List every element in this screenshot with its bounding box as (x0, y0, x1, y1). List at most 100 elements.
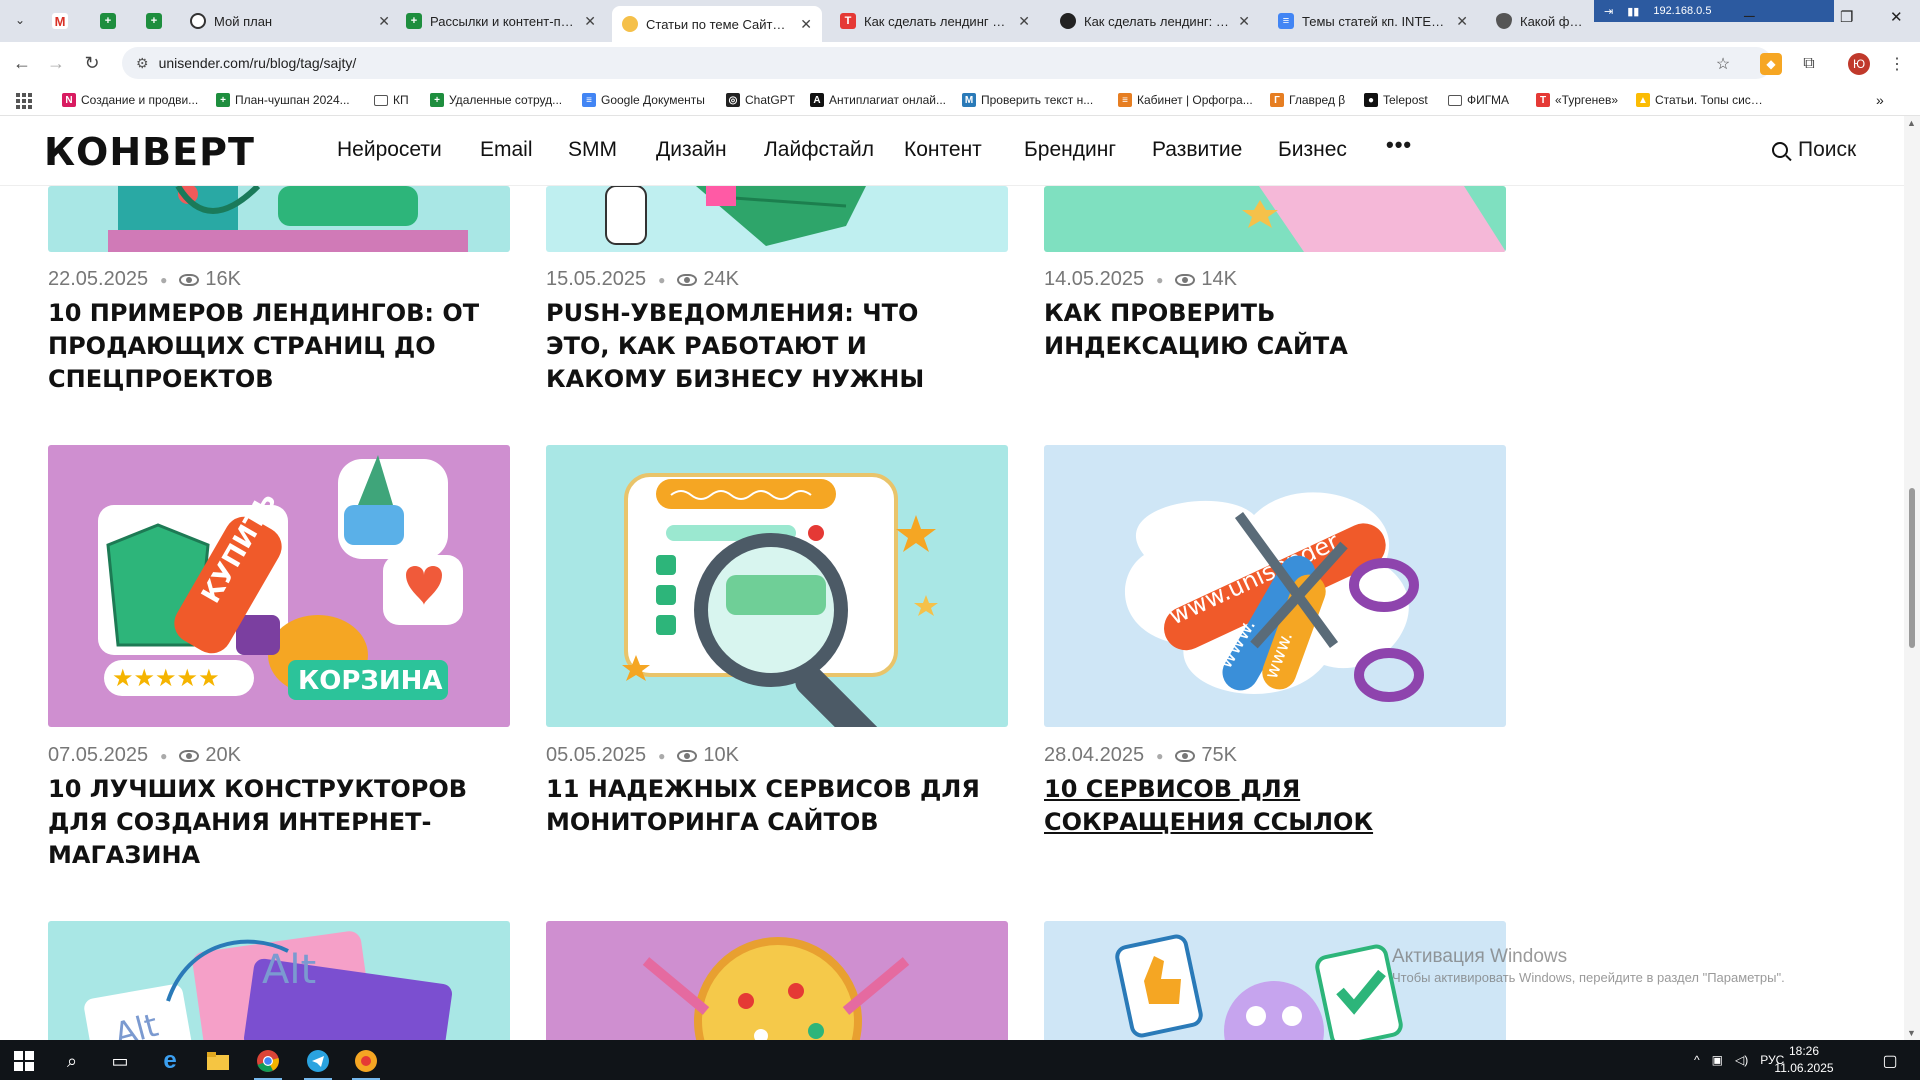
close-tab-icon[interactable]: ✕ (584, 13, 596, 30)
bookmark-label: Статьи. Топы систе... (1655, 93, 1768, 107)
chrome-icon[interactable] (248, 1046, 288, 1080)
restore-icon[interactable]: ❐ (1840, 8, 1853, 26)
network-icon[interactable]: ▣ (1712, 1053, 1723, 1067)
nav-neural[interactable]: Нейросети (337, 138, 442, 162)
close-tab-icon[interactable]: ✕ (378, 13, 390, 30)
search-button[interactable]: Поиск (1772, 138, 1856, 162)
taskbar-search-icon[interactable]: ⌕ (52, 1046, 92, 1076)
clock-date: 11.06.2025 (1774, 1061, 1834, 1075)
tab-landing-howto[interactable]: T Как сделать лендинг для ✕ (830, 6, 1040, 36)
close-tab-icon[interactable]: ✕ (1238, 13, 1250, 30)
bookmark-item[interactable]: M Проверить текст н... (962, 89, 1104, 111)
tab-format[interactable]: Какой форма (1486, 6, 1594, 36)
article-date: 05.05.2025 (546, 744, 647, 766)
back-icon[interactable]: ← (10, 51, 34, 75)
tab-my-plan[interactable]: Мой план ✕ (180, 6, 400, 36)
file-explorer-icon[interactable] (198, 1046, 238, 1076)
article-image[interactable] (546, 445, 1008, 727)
scroll-up-icon[interactable]: ▲ (1907, 118, 1916, 128)
network-indicator: ⇥ ▮▮ 192.168.0.5 (1594, 0, 1834, 22)
bookmark-label: Антиплагиат онлай... (829, 93, 947, 107)
nav-business[interactable]: Бизнес (1278, 138, 1347, 162)
page-scrollbar[interactable]: ▲ ▼ (1904, 116, 1920, 1040)
article-title[interactable]: Push-уведомления: что это, как работают … (546, 297, 986, 396)
browser-menu-icon[interactable]: ⋮ (1886, 53, 1908, 75)
nav-design[interactable]: Дизайн (656, 138, 727, 162)
bookmark-item[interactable]: Г Главред β (1270, 89, 1350, 111)
article-image[interactable] (48, 186, 510, 252)
tab-landing-steps[interactable]: Как сделать лендинг: пош ✕ (1050, 6, 1260, 36)
tab-search-chevron-icon[interactable]: ⌄ (8, 8, 32, 32)
yandex-browser-icon[interactable] (346, 1046, 386, 1080)
bookmark-item[interactable]: ФИГМА (1448, 89, 1522, 111)
reload-icon[interactable]: ↻ (80, 51, 104, 75)
taskbar-clock[interactable]: 18:26 11.06.2025 (1744, 1043, 1864, 1077)
site-logo[interactable]: КОНВЕРТ (44, 130, 255, 174)
article-title[interactable]: 10 примеров лендингов: от продающих стра… (48, 297, 488, 396)
nav-smm[interactable]: SMM (568, 138, 617, 162)
article-title[interactable]: Как проверить индексацию сайта (1044, 297, 1484, 363)
article-title-hovered[interactable]: 10 сервисов для сокращения ссылок (1044, 773, 1504, 839)
profile-avatar[interactable]: Ю (1848, 53, 1870, 75)
pin-icon: ⇥ (1604, 5, 1614, 18)
site-info-icon[interactable]: ⚙ (136, 55, 149, 72)
bookmark-item[interactable]: ≡ Кабинет | Орфогра... (1118, 89, 1260, 111)
article-image[interactable]: www.unisender www. www. (1044, 445, 1506, 727)
article-image[interactable]: Alt Alt (48, 921, 510, 1040)
bookmark-item[interactable]: + План-чушпан 2024... (216, 89, 364, 111)
bookmark-star-icon[interactable]: ☆ (1712, 53, 1734, 75)
article-title[interactable]: 10 лучших конструкторов для создания инт… (48, 773, 468, 872)
bookmark-item[interactable]: T «Тургенев» (1536, 89, 1624, 111)
nav-content[interactable]: Контент (904, 138, 982, 162)
edge-icon[interactable]: e (150, 1046, 190, 1076)
notifications-icon[interactable]: ▢ (1870, 1046, 1910, 1076)
more-bookmarks-icon[interactable]: » (1876, 89, 1884, 111)
task-view-icon[interactable]: ▭ (100, 1046, 140, 1076)
close-tab-icon[interactable]: ✕ (800, 16, 812, 33)
nav-email[interactable]: Email (480, 138, 533, 162)
tab-sheets-2[interactable]: + (136, 6, 172, 36)
bookmark-item[interactable]: ◎ ChatGPT (726, 89, 800, 111)
nav-more-icon[interactable]: ••• (1386, 132, 1412, 158)
bookmark-item[interactable]: A Антиплагиат онлай... (810, 89, 950, 111)
close-window-icon[interactable]: ✕ (1890, 8, 1903, 26)
forward-icon[interactable]: → (44, 51, 68, 75)
scroll-down-icon[interactable]: ▼ (1907, 1028, 1916, 1038)
illustration-pizza (642, 937, 910, 1040)
tab-sheets-1[interactable]: + (90, 6, 126, 36)
tab-newsletters[interactable]: + Рассылки и контент-план ✕ (396, 6, 606, 36)
close-tab-icon[interactable]: ✕ (1018, 13, 1030, 30)
tab-active-articles[interactable]: Статьи по теме Сайты | Ко ✕ (612, 6, 822, 42)
extensions-puzzle-icon[interactable]: ⧉ (1798, 53, 1820, 75)
nav-lifestyle[interactable]: Лайфстайл (764, 138, 874, 162)
bookmark-item[interactable]: ● Telepost (1364, 89, 1436, 111)
bookmark-item[interactable]: КП (374, 89, 414, 111)
article-image[interactable] (546, 921, 1008, 1040)
tray-expand-icon[interactable]: ^ (1694, 1053, 1700, 1067)
address-bar[interactable]: ⚙ unisender.com/ru/blog/tag/sajty/ (122, 47, 1772, 79)
nav-development[interactable]: Развитие (1152, 138, 1242, 162)
scroll-thumb[interactable] (1909, 488, 1915, 648)
bookmark-label: Удаленные сотруд... (449, 93, 563, 107)
chatgpt-icon: ◎ (726, 93, 740, 107)
bookmark-item[interactable]: ▲ Статьи. Топы систе... (1636, 89, 1768, 111)
article-image[interactable] (1044, 186, 1506, 252)
m-icon: M (962, 93, 976, 107)
bookmark-item[interactable]: + Удаленные сотруд... (430, 89, 572, 111)
bookmark-label: ФИГМА (1467, 93, 1509, 107)
tab-topics-doc[interactable]: ≡ Темы статей кп. INTEC - Go ✕ (1268, 6, 1478, 36)
start-button[interactable] (4, 1046, 44, 1076)
close-tab-icon[interactable]: ✕ (1456, 13, 1468, 30)
apps-grid-icon[interactable] (16, 93, 32, 109)
extension-icon[interactable]: ◆ (1760, 53, 1782, 75)
article-image[interactable]: ★★★★★ КУПИТЬ КОРЗИНА (48, 445, 510, 727)
article-title[interactable]: 11 надежных сервисов для мониторинга сай… (546, 773, 986, 839)
minimize-icon[interactable]: ─ (1744, 8, 1755, 25)
article-image[interactable] (546, 186, 1008, 252)
telegram-icon[interactable] (298, 1046, 338, 1080)
article-date: 15.05.2025 (546, 268, 647, 290)
bookmark-item[interactable]: ≡ Google Документы (582, 89, 714, 111)
nav-branding[interactable]: Брендинг (1024, 138, 1116, 162)
bookmark-item[interactable]: N Создание и продви... (62, 89, 212, 111)
tab-gmail[interactable]: M (42, 6, 78, 36)
